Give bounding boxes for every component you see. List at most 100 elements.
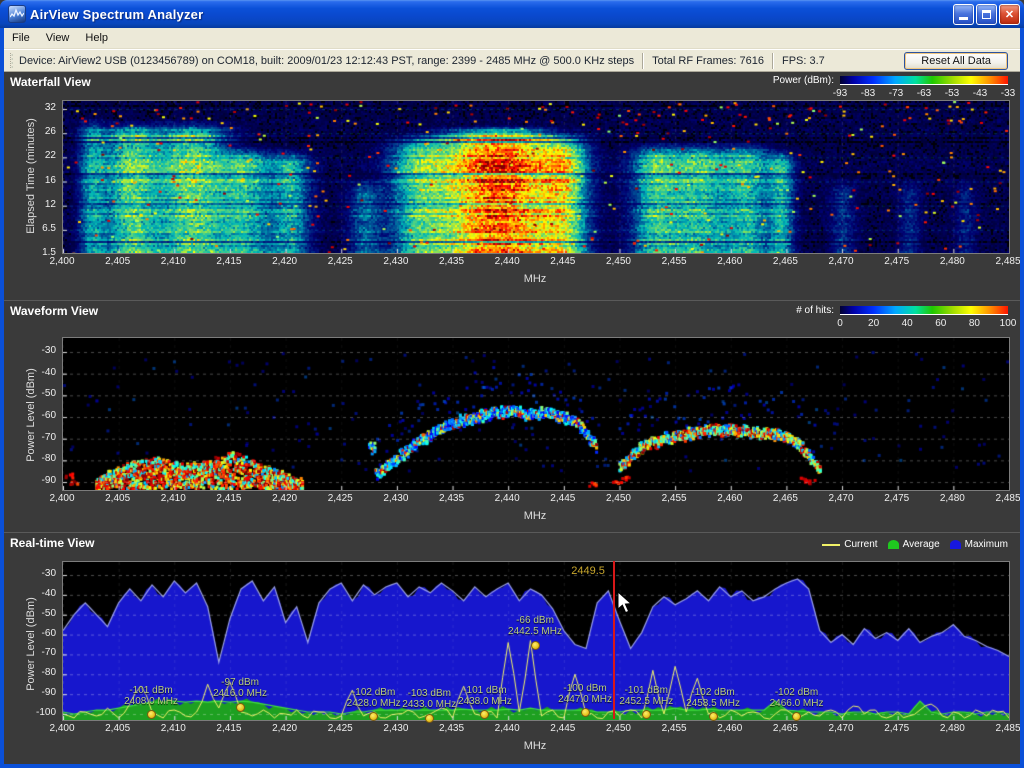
colorbar-tick-label: -63 <box>917 88 931 99</box>
y-tick-label: -40 <box>6 367 56 378</box>
peak-marker-label: -103 dBm2433.0 MHz <box>402 688 456 710</box>
x-tick-label: 2,425 <box>328 493 353 504</box>
legend-item-current: Current <box>822 539 877 550</box>
minimize-button-icon[interactable] <box>953 4 974 25</box>
x-tick-label: 2,420 <box>272 493 297 504</box>
x-tick-label: 2,435 <box>439 723 464 734</box>
y-tick-label: -40 <box>6 588 56 599</box>
x-tick-label: 2,475 <box>884 493 909 504</box>
legend-item-average: Average <box>888 539 940 550</box>
frequency-cursor-line[interactable] <box>613 561 615 719</box>
x-tick-label: 2,405 <box>105 493 130 504</box>
x-tick-label: 2,415 <box>216 256 241 267</box>
peak-marker-label: -101 dBm2438.0 MHz <box>458 685 512 707</box>
y-tick-label: -60 <box>6 628 56 639</box>
y-tick-label: -50 <box>6 388 56 399</box>
menu-help[interactable]: Help <box>77 29 116 47</box>
app-icon <box>8 5 26 23</box>
x-tick-label: 2,465 <box>773 723 798 734</box>
app-window: AirView Spectrum Analyzer ✕ FileViewHelp… <box>0 0 1024 768</box>
x-tick-label: 2,435 <box>439 493 464 504</box>
x-tick-label: 2,440 <box>495 256 520 267</box>
x-tick-label: 2,460 <box>717 493 742 504</box>
reset-all-data-button[interactable]: Reset All Data <box>904 52 1008 70</box>
colorbar-tick-label: 60 <box>935 318 946 329</box>
colorbar-tick-label: 0 <box>837 318 843 329</box>
average-swatch-icon <box>888 540 899 549</box>
x-tick-label: 2,455 <box>662 723 687 734</box>
colorbar-tick-label: -93 <box>833 88 847 99</box>
menu-file[interactable]: File <box>4 29 38 47</box>
waveform-x-ticks: 2,4002,4052,4102,4152,4202,4252,4302,435… <box>62 493 1008 505</box>
power-legend-label: Power (dBm): <box>773 75 834 86</box>
maximize-button-icon[interactable] <box>976 4 997 25</box>
x-tick-label: 2,425 <box>328 723 353 734</box>
title-bar[interactable]: AirView Spectrum Analyzer ✕ <box>0 0 1024 28</box>
window-title: AirView Spectrum Analyzer <box>30 7 951 22</box>
peak-marker-label: -66 dBm2442.5 MHz <box>508 615 562 637</box>
x-tick-label: 2,400 <box>49 256 74 267</box>
power-colorbar <box>840 76 1008 85</box>
y-tick-label: -30 <box>6 568 56 579</box>
waveform-panel: Waveform View # of hits: 020406080100 Po… <box>4 300 1020 532</box>
x-tick-label: 2,480 <box>940 256 965 267</box>
waveform-plot[interactable] <box>62 337 1010 491</box>
x-tick-label: 2,470 <box>829 256 854 267</box>
power-legend: Power (dBm): <box>773 75 1008 86</box>
colorbar-tick-label: 40 <box>902 318 913 329</box>
maximum-swatch-icon <box>950 540 961 549</box>
x-tick-label: 2,400 <box>49 723 74 734</box>
y-tick-label: 6.5 <box>6 223 56 234</box>
separator <box>772 53 774 69</box>
waterfall-panel: Waterfall View Power (dBm): -93-83-73-63… <box>4 72 1020 300</box>
x-tick-label: 2,445 <box>550 723 575 734</box>
x-tick-label: 2,415 <box>216 493 241 504</box>
colorbar-tick-label: -33 <box>1001 88 1015 99</box>
x-tick-label: 2,450 <box>606 256 631 267</box>
y-tick-label: -90 <box>6 687 56 698</box>
peak-marker-dot[interactable] <box>531 641 540 650</box>
peak-marker-dot[interactable] <box>425 714 434 723</box>
x-tick-label: 2,415 <box>216 723 241 734</box>
waterfall-plot[interactable] <box>62 100 1010 254</box>
x-tick-label: 2,470 <box>829 493 854 504</box>
x-tick-label: 2,470 <box>829 723 854 734</box>
x-tick-label: 2,410 <box>161 256 186 267</box>
x-tick-label: 2,455 <box>662 493 687 504</box>
close-button-icon[interactable]: ✕ <box>999 4 1020 25</box>
x-tick-label: 2,450 <box>606 723 631 734</box>
x-tick-label: 2,410 <box>161 723 186 734</box>
menu-view[interactable]: View <box>38 29 78 47</box>
main-area: Waterfall View Power (dBm): -93-83-73-63… <box>4 72 1020 764</box>
peak-marker-dot[interactable] <box>236 703 245 712</box>
x-tick-label: 2,475 <box>884 256 909 267</box>
y-tick-label: -90 <box>6 475 56 486</box>
x-tick-label: 2,410 <box>161 493 186 504</box>
realtime-x-ticks: 2,4002,4052,4102,4152,4202,4252,4302,435… <box>62 723 1008 735</box>
x-tick-label: 2,420 <box>272 723 297 734</box>
x-tick-label: 2,450 <box>606 493 631 504</box>
x-tick-label: 2,460 <box>717 723 742 734</box>
x-tick-label: 2,430 <box>383 256 408 267</box>
x-tick-label: 2,480 <box>940 723 965 734</box>
colorbar-tick-label: 100 <box>1000 318 1017 329</box>
hits-legend: # of hits: <box>796 305 1008 316</box>
y-tick-label: -80 <box>6 453 56 464</box>
x-tick-label: 2,420 <box>272 256 297 267</box>
total-rf-frames: Total RF Frames: 7616 <box>652 55 764 67</box>
y-tick-label: -70 <box>6 432 56 443</box>
x-tick-label: 2,480 <box>940 493 965 504</box>
y-tick-label: 12 <box>6 199 56 210</box>
peak-marker-label: -102 dBm2458.5 MHz <box>686 687 740 709</box>
y-tick-label: 22 <box>6 150 56 161</box>
hits-colorbar <box>840 306 1008 315</box>
peak-marker-label: -97 dBm2416.0 MHz <box>213 677 267 699</box>
x-tick-label: 2,430 <box>383 493 408 504</box>
colorbar-tick-label: -73 <box>889 88 903 99</box>
toolbar-grip[interactable] <box>10 53 13 68</box>
device-info: Device: AirView2 USB (0123456789) on COM… <box>19 55 634 67</box>
hits-legend-ticks: 020406080100 <box>840 318 1008 329</box>
x-tick-label: 2,465 <box>773 493 798 504</box>
y-tick-label: -80 <box>6 667 56 678</box>
menu-bar: FileViewHelp <box>4 28 1020 49</box>
